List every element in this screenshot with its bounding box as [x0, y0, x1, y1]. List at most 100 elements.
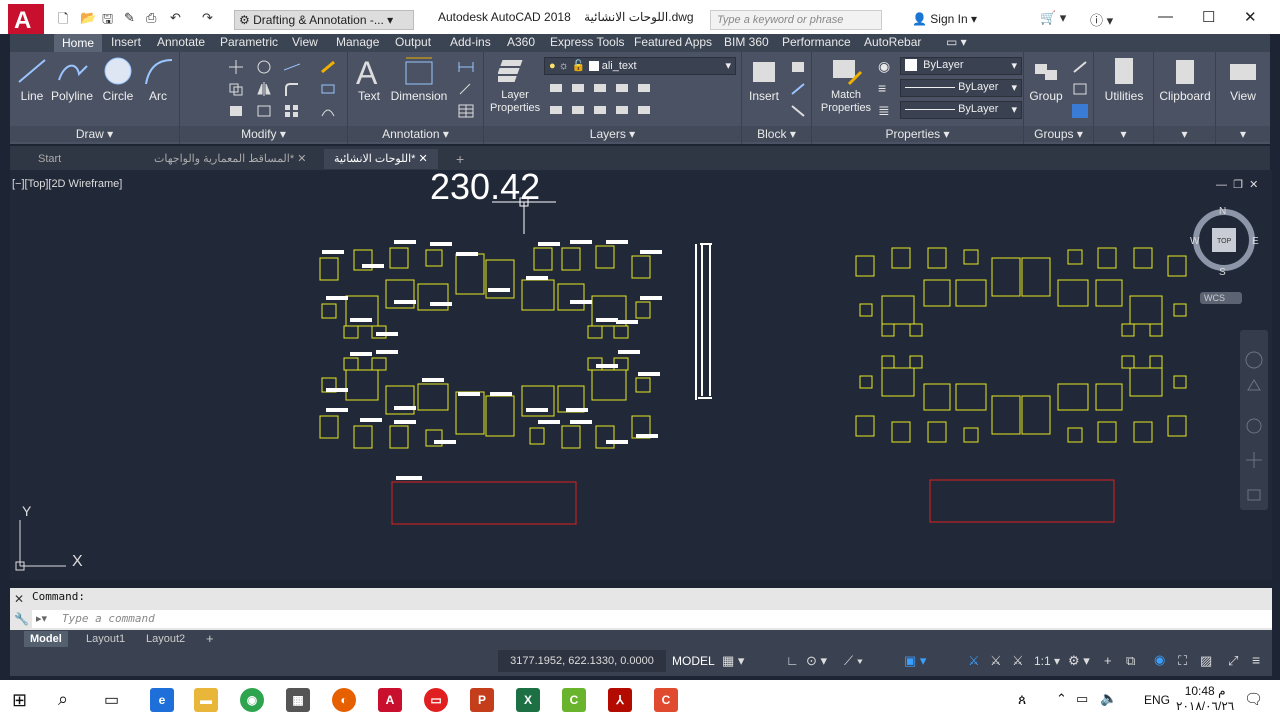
erase-icon[interactable] [320, 60, 336, 74]
move-icon[interactable] [228, 60, 244, 74]
tab-bim360[interactable]: BIM 360 [724, 35, 769, 49]
edge-icon[interactable]: e [150, 688, 174, 712]
viewcube[interactable]: TOP N S E W WCS [1190, 206, 1270, 316]
excel-icon[interactable]: X [516, 688, 540, 712]
lineweight-dropdown[interactable]: ByLayer ▾ [900, 101, 1022, 119]
block-panel-title[interactable]: Block ▾ [742, 126, 811, 142]
scale-icon[interactable] [256, 104, 272, 118]
mirror-icon[interactable] [256, 82, 272, 96]
workspace-dropdown[interactable]: ⚙ Drafting & Annotation -... ▾ [234, 10, 414, 30]
layer-dropdown[interactable]: ● ☼ 🔓 ali_text ▾ [544, 57, 736, 75]
application-menu-button[interactable]: A [8, 4, 48, 34]
network-icon[interactable]: ▭ [1076, 691, 1088, 707]
annotation-visibility-icon[interactable]: ⚔ [968, 653, 980, 669]
fullscreen-icon[interactable]: ⤢ [1228, 653, 1238, 669]
customize-menu-icon[interactable]: ≡ [1252, 652, 1260, 668]
tab-layout2[interactable]: Layout2 [140, 631, 191, 647]
workspace-switch-icon[interactable]: ⚙ ▾ [1068, 653, 1090, 669]
edit-block-icon[interactable] [790, 82, 806, 96]
match-properties-button[interactable]: Match Properties [818, 56, 874, 115]
search-icon[interactable]: ⌕ [58, 689, 68, 710]
open-icon[interactable]: 📂 [80, 10, 96, 26]
navigation-bar[interactable] [1240, 330, 1268, 510]
linetype-dropdown[interactable]: ByLayer ▾ [900, 79, 1022, 97]
system-clock[interactable]: 10:48 م ٢٠١٨/٠٦/٢٦ [1176, 684, 1234, 714]
close-tab-icon[interactable]: ✕ [297, 153, 306, 165]
copy-icon[interactable] [228, 82, 244, 96]
calculator-app-icon[interactable]: ▦ [286, 688, 310, 712]
tab-manage[interactable]: Manage [336, 35, 379, 49]
draw-panel-title[interactable]: Draw ▾ [10, 126, 179, 142]
layers-panel-title[interactable]: Layers ▾ [484, 126, 741, 142]
close-button[interactable]: ✕ [1244, 8, 1257, 26]
insert-button[interactable]: Insert [744, 56, 784, 103]
tab-layout1[interactable]: Layout1 [80, 631, 131, 647]
view-button[interactable]: View [1218, 56, 1268, 103]
tab-output[interactable]: Output [395, 35, 431, 49]
layer-properties-button[interactable]: Layer Properties [490, 56, 540, 115]
autocad-taskbar-icon[interactable]: A [378, 688, 402, 712]
tab-annotate[interactable]: Annotate [157, 35, 205, 49]
tab-drawing-1[interactable]: المساقط المعمارية والواجهات* ✕ [144, 149, 316, 169]
text-button[interactable]: A Text [352, 56, 386, 103]
drawing-viewport[interactable]: [−][Top][2D Wireframe] — ❐ ✕ 230.42 X Y … [10, 170, 1272, 580]
acrobat-icon[interactable]: ⅄ [608, 688, 632, 712]
circle-button[interactable]: Circle [100, 56, 136, 103]
camtasia-green-icon[interactable]: C [562, 688, 586, 712]
tab-model[interactable]: Model [24, 631, 68, 647]
group-selection-icon[interactable] [1072, 104, 1088, 118]
close-command-icon[interactable]: ✕ [14, 592, 24, 606]
utilities-button[interactable]: Utilities [1096, 56, 1152, 103]
plus-icon[interactable]: + [1104, 653, 1112, 668]
table-icon[interactable] [458, 104, 474, 118]
file-explorer-icon[interactable]: ▬ [194, 688, 218, 712]
leader-icon[interactable] [458, 82, 474, 96]
clipboard-button[interactable]: Clipboard [1156, 56, 1214, 103]
properties-panel-title[interactable]: Properties ▾ [812, 126, 1023, 142]
tab-view[interactable]: View [292, 35, 318, 49]
tab-express-tools[interactable]: Express Tools [550, 35, 624, 49]
camtasia-recorder-icon[interactable]: C [654, 688, 678, 712]
model-space-button[interactable]: MODEL [672, 654, 715, 668]
osnap-icon[interactable]: ▣ ▾ [904, 653, 926, 669]
color-dropdown[interactable]: ByLayer ▾ [900, 57, 1022, 75]
scale-dropdown[interactable]: 1:1 ▾ [1034, 654, 1060, 668]
isolate-icon[interactable]: ⧉ [1126, 653, 1135, 669]
grid-icon[interactable]: ▦ ▾ [722, 653, 744, 669]
firefox-icon[interactable]: ◐ [332, 688, 356, 712]
app-red-icon[interactable]: ▭ [424, 688, 448, 712]
plot-icon[interactable]: ⎙ [146, 10, 156, 26]
minimize-button[interactable]: — [1158, 8, 1173, 25]
annotation-scale-icon[interactable]: ⚔ [1012, 653, 1024, 669]
tab-autorebar[interactable]: AutoRebar [864, 35, 921, 49]
fillet-icon[interactable] [284, 82, 300, 96]
cart-icon[interactable]: 🛒 ▾ [1040, 10, 1066, 26]
group-edit-icon[interactable] [1072, 82, 1088, 96]
notifications-icon[interactable]: 🗨 [1244, 690, 1263, 708]
saveas-icon[interactable]: ✎ [124, 10, 135, 26]
block-attribute-icon[interactable] [790, 104, 806, 118]
arc-button[interactable]: Arc [142, 56, 174, 103]
tray-expand-icon[interactable]: ⌃ [1056, 691, 1067, 707]
close-tab-icon[interactable]: ✕ [418, 153, 427, 165]
speaker-icon[interactable]: 🔈 [1100, 690, 1117, 707]
chrome-icon[interactable]: ◉ [240, 688, 264, 712]
rotate-icon[interactable] [256, 60, 272, 74]
ribbon-toggle-icon[interactable]: ▭ ▾ [946, 35, 967, 49]
autoscale-icon[interactable]: ⚔ [990, 653, 1002, 669]
command-input[interactable]: Type a command [32, 610, 1272, 628]
modify-panel-title[interactable]: Modify ▾ [180, 126, 347, 142]
tab-insert[interactable]: Insert [111, 35, 141, 49]
annotation-panel-title[interactable]: Annotation ▾ [348, 126, 483, 142]
windows-start-icon[interactable]: ⊞ [12, 690, 27, 711]
view-expand[interactable]: ▾ [1216, 126, 1270, 142]
linear-dim-icon[interactable] [458, 60, 474, 74]
tab-addins[interactable]: Add-ins [450, 35, 491, 49]
maximize-button[interactable]: ☐ [1202, 8, 1215, 26]
undo-icon[interactable]: ↶ [170, 10, 181, 26]
hardware-accel-icon[interactable]: ◉ [1154, 652, 1165, 668]
stretch-icon[interactable] [228, 104, 244, 118]
coordinates-display[interactable]: 3177.1952, 622.1330, 0.0000 [498, 650, 666, 672]
task-view-icon[interactable]: ▭ [104, 690, 119, 710]
tab-parametric[interactable]: Parametric [220, 35, 278, 49]
